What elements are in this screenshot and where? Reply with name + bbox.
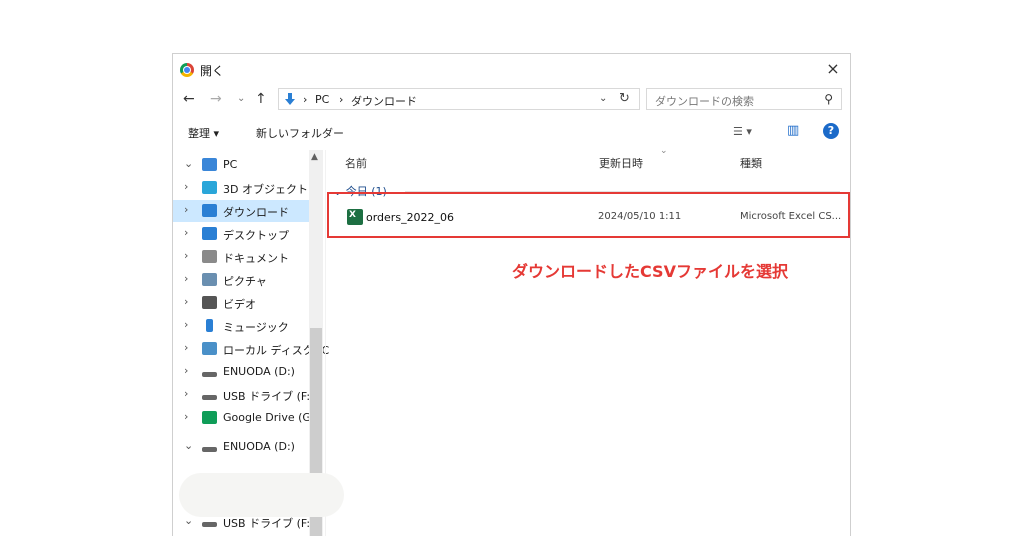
- sidebar-item[interactable]: › USB ドライブ (F:): [173, 384, 315, 406]
- chevron-right-icon[interactable]: ›: [184, 295, 188, 308]
- chevron-right-icon[interactable]: ›: [184, 180, 188, 193]
- annotation-highlight-box: [327, 192, 850, 238]
- view-options-button[interactable]: ☰ ▾: [733, 125, 752, 138]
- column-header-type[interactable]: 種類: [740, 155, 762, 171]
- sidebar-item[interactable]: › ミュージック: [173, 315, 311, 337]
- breadcrumb-separator: ›: [303, 93, 308, 106]
- sidebar-item[interactable]: › 3D オブジェクト: [173, 177, 311, 199]
- cube-icon: [202, 181, 217, 194]
- sidebar-item-label: ミュージック: [223, 321, 289, 334]
- video-icon: [202, 296, 217, 309]
- sidebar-item-label: 3D オブジェクト: [223, 183, 308, 196]
- chrome-icon: [180, 63, 194, 77]
- sidebar-item[interactable]: › Google Drive (G:: [173, 407, 315, 429]
- up-arrow-icon[interactable]: ↑: [255, 91, 267, 107]
- download-icon: [202, 204, 217, 217]
- chevron-right-icon[interactable]: ›: [184, 272, 188, 285]
- recent-locations-icon[interactable]: ⌄: [237, 93, 245, 104]
- scroll-up-icon[interactable]: ▲: [311, 152, 318, 162]
- sidebar-item-label: ピクチャ: [223, 275, 267, 288]
- sidebar-item[interactable]: ⌄ ENUODA (D:): [173, 436, 311, 458]
- chevron-right-icon[interactable]: ›: [184, 410, 188, 423]
- picture-icon: [202, 273, 217, 286]
- search-box[interactable]: ダウンロードの検索 ⚲: [646, 88, 842, 110]
- music-icon: [206, 319, 213, 332]
- new-folder-button[interactable]: 新しいフォルダー: [256, 125, 344, 141]
- chevron-right-icon[interactable]: ›: [184, 226, 188, 239]
- chevron-down-icon[interactable]: ⌄: [184, 439, 193, 452]
- breadcrumb-downloads[interactable]: ダウンロード: [351, 93, 417, 109]
- navigation-bar: ← → ⌄ ↑ › PC › ダウンロード ⌄ ↻ ダウンロードの検索 ⚲: [173, 88, 850, 112]
- sidebar-item[interactable]: ⌄ PC: [173, 154, 311, 176]
- sidebar-item[interactable]: › ピクチャ: [173, 269, 311, 291]
- sidebar-item[interactable]: › ダウンロード: [173, 200, 311, 222]
- chevron-down-icon[interactable]: ⌄: [184, 157, 193, 170]
- sort-indicator-icon: ⌄: [660, 146, 668, 156]
- sidebar-item[interactable]: › ローカル ディスク (C: [173, 338, 329, 360]
- search-icon[interactable]: ⚲: [824, 92, 833, 106]
- close-button[interactable]: ×: [822, 58, 844, 80]
- chevron-right-icon[interactable]: ›: [184, 203, 188, 216]
- usb-drive-icon: [202, 395, 217, 400]
- preview-pane-icon[interactable]: ▥: [787, 123, 799, 138]
- usb-drive-icon: [202, 522, 217, 527]
- chevron-down-icon[interactable]: ⌄: [184, 514, 193, 527]
- refresh-icon[interactable]: ↻: [619, 91, 630, 106]
- drive-icon: [202, 372, 217, 377]
- sidebar-item-label: Google Drive (G:: [223, 411, 315, 424]
- chevron-right-icon[interactable]: ›: [184, 249, 188, 262]
- sidebar-item-label: ENUODA (D:): [223, 365, 295, 378]
- sidebar-item[interactable]: › ビデオ: [173, 292, 311, 314]
- dialog-title: 開く: [200, 64, 225, 78]
- sidebar-item[interactable]: › ドキュメント: [173, 246, 311, 268]
- pc-icon: [202, 158, 217, 171]
- search-placeholder: ダウンロードの検索: [655, 95, 754, 108]
- column-header-name[interactable]: 名前: [345, 155, 367, 171]
- sidebar-item-label: ENUODA (D:): [223, 440, 295, 453]
- chevron-right-icon[interactable]: ›: [184, 318, 188, 331]
- sidebar-item[interactable]: › デスクトップ: [173, 223, 311, 245]
- breadcrumb-separator: ›: [339, 93, 344, 106]
- google-drive-icon: [202, 411, 217, 424]
- sidebar-item-label: ドキュメント: [223, 252, 289, 265]
- title-bar: 開く ×: [173, 54, 850, 84]
- open-file-dialog: 開く × ← → ⌄ ↑ › PC › ダウンロード ⌄ ↻ ダウンロードの検索…: [172, 53, 851, 536]
- column-header-date[interactable]: 更新日時: [599, 155, 643, 171]
- chevron-right-icon[interactable]: ›: [184, 341, 188, 354]
- forward-arrow-icon[interactable]: →: [210, 91, 222, 107]
- annotation-text: ダウンロードしたCSVファイルを選択: [512, 262, 788, 281]
- help-icon[interactable]: ?: [823, 123, 839, 139]
- document-icon: [202, 250, 217, 263]
- sidebar-item-label: ダウンロード: [223, 206, 289, 219]
- back-arrow-icon[interactable]: ←: [183, 91, 195, 107]
- decorative-blob: [179, 473, 344, 517]
- breadcrumb-pc[interactable]: PC: [315, 93, 329, 106]
- sidebar-item-label: USB ドライブ (F:): [223, 517, 315, 530]
- sidebar-item-label: ビデオ: [223, 298, 256, 311]
- local-disk-icon: [202, 342, 217, 355]
- chevron-down-icon[interactable]: ⌄: [599, 93, 607, 104]
- drive-icon: [202, 447, 217, 452]
- sidebar-item-label: デスクトップ: [223, 229, 289, 242]
- sidebar-item[interactable]: › ENUODA (D:): [173, 361, 311, 383]
- chevron-right-icon[interactable]: ›: [184, 364, 188, 377]
- chevron-right-icon[interactable]: ›: [184, 387, 188, 400]
- sidebar-item-label: PC: [223, 158, 238, 171]
- download-icon: [285, 93, 295, 105]
- organize-button[interactable]: 整理 ▾: [188, 125, 219, 141]
- sidebar-item-label: USB ドライブ (F:): [223, 390, 315, 403]
- address-bar[interactable]: › PC › ダウンロード ⌄ ↻: [278, 88, 640, 110]
- command-toolbar: 整理 ▾ 新しいフォルダー ☰ ▾ ▥ ?: [173, 120, 850, 144]
- desktop-icon: [202, 227, 217, 240]
